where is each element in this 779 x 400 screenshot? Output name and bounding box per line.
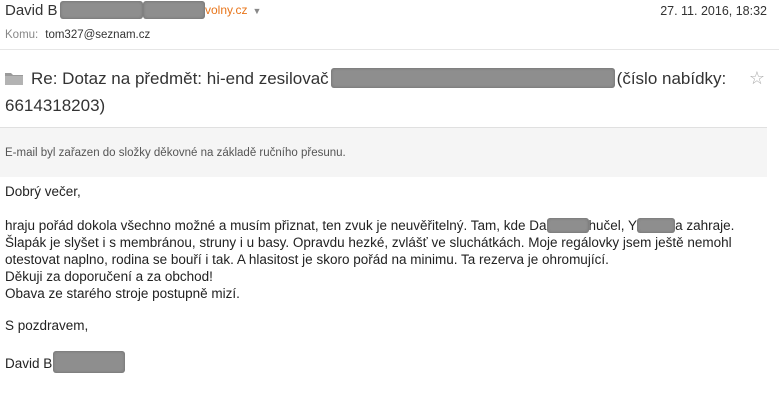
subject-suffix: (číslo nabídky: — [616, 69, 727, 88]
sender-name-text: David B — [5, 2, 58, 19]
message-header: David B volny.cz ▼ 27. 11. 2016, 18:32 Ko… — [0, 0, 779, 50]
divider — [0, 49, 779, 50]
subject-number: 6614318203) — [5, 96, 106, 115]
recipient-row: Komu: tom327@seznam.cz — [5, 29, 150, 41]
redacted-block — [53, 351, 126, 373]
body-line: Děkuji za doporučení a za obchod! — [5, 269, 213, 284]
sender-name[interactable]: David B — [5, 0, 143, 19]
message-date: 27. 11. 2016, 18:32 — [660, 4, 767, 18]
body-line: Šlapák je slyšet i s membránou, struny i… — [5, 235, 732, 250]
message-body: Dobrý večer, hraju pořád dokola všechno … — [5, 183, 765, 373]
signature-text: David B — [5, 356, 53, 371]
signature: David B — [5, 351, 765, 373]
redacted-block — [330, 68, 615, 88]
body-line: hraju pořád dokola všechno možné a musím… — [5, 217, 765, 234]
folder-icon — [5, 73, 23, 85]
chevron-down-icon[interactable]: ▼ — [252, 6, 261, 16]
body-text: a zahraje. — [675, 218, 735, 233]
body-line: Obava ze starého stroje postupně mizí. — [5, 286, 240, 301]
body-text: hučel, Y — [588, 218, 638, 233]
redacted-block — [143, 1, 205, 19]
body-line: otestovat naplno, rodina se bouří i tak.… — [5, 252, 609, 267]
body-text: hraju pořád dokola všechno možné a musím… — [5, 218, 547, 233]
recipient-address[interactable]: tom327@seznam.cz — [45, 29, 150, 41]
redacted-block — [59, 0, 143, 19]
redacted-block — [546, 218, 589, 233]
folder-notice: E-mail byl zařazen do složky děkovné na … — [0, 127, 767, 177]
greeting: Dobrý večer, — [5, 184, 81, 199]
closing: S pozdravem, — [5, 318, 89, 333]
redacted-block — [637, 218, 676, 233]
sender-address[interactable]: volny.cz ▼ — [143, 1, 261, 19]
to-label: Komu: — [5, 29, 39, 41]
star-icon[interactable]: ☆ — [749, 65, 765, 92]
message-subject: Re: Dotaz na předmět: hi-end zesilovač (č… — [5, 65, 765, 119]
sender-domain: volny.cz — [205, 3, 248, 18]
subject-prefix: Re: Dotaz na předmět: hi-end zesilovač — [31, 69, 329, 88]
